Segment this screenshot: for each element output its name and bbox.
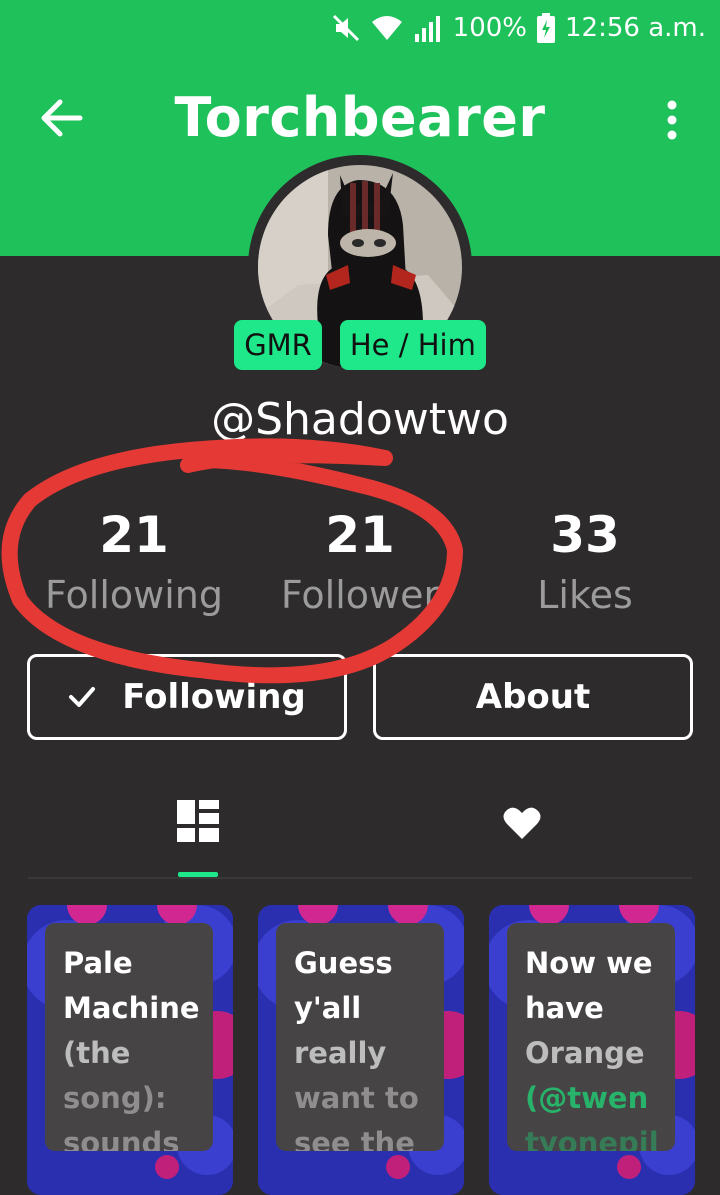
following-button-label: Following bbox=[122, 677, 306, 717]
following-button[interactable]: Following bbox=[27, 654, 347, 740]
post-card[interactable]: Now we have Orange (@twen tyonepil bbox=[489, 905, 695, 1195]
mute-icon bbox=[332, 14, 359, 42]
clock: 12:56 a.m. bbox=[565, 13, 706, 43]
page-title: Torchbearer bbox=[174, 86, 546, 149]
more-options-icon[interactable] bbox=[664, 100, 680, 140]
follower-label: Follower bbox=[280, 573, 440, 617]
following-count: 21 bbox=[99, 506, 169, 564]
post-card[interactable]: Pale Machine (the song): sounds bbox=[27, 905, 233, 1195]
post-caption: Pale Machine (the song): sounds bbox=[45, 923, 213, 1151]
tag-badge: GMR bbox=[234, 320, 322, 370]
caption-line: song): bbox=[63, 1081, 167, 1115]
caption-line: Now we bbox=[525, 946, 653, 980]
caption-line: want to bbox=[294, 1081, 419, 1115]
caption-line: (@twen bbox=[525, 1081, 649, 1115]
post-card[interactable]: Guess y'all really want to see the bbox=[258, 905, 464, 1195]
caption-line: Machine bbox=[63, 991, 200, 1025]
caption-line: really bbox=[294, 1036, 387, 1070]
username-handle: @Shadowtwo bbox=[211, 394, 509, 445]
caption-line: y'all bbox=[294, 991, 362, 1025]
profile-tags: GMR He / Him bbox=[0, 320, 720, 370]
caption-line: see the bbox=[294, 1126, 415, 1151]
battery-icon bbox=[537, 13, 556, 43]
status-bar: 100% 12:56 a.m. bbox=[331, 8, 706, 48]
tab-liked[interactable] bbox=[482, 806, 562, 894]
caption-line: sounds bbox=[63, 1126, 180, 1151]
stat-following[interactable]: 21 Following bbox=[14, 505, 254, 625]
content-tabs bbox=[0, 790, 720, 878]
caption-line: Pale bbox=[63, 946, 133, 980]
battery-percent: 100% bbox=[452, 13, 528, 43]
likes-count: 33 bbox=[550, 506, 620, 564]
checkmark-icon bbox=[69, 687, 96, 707]
caption-line: have bbox=[525, 991, 604, 1025]
wifi-icon bbox=[371, 16, 402, 40]
caption-line: tyonepil bbox=[525, 1126, 659, 1151]
profile-stats: 21 Following 21 Follower 33 Likes bbox=[0, 505, 720, 625]
about-button[interactable]: About bbox=[373, 654, 693, 740]
caption-line: (the bbox=[63, 1036, 131, 1070]
stat-followers[interactable]: 21 Follower bbox=[240, 505, 480, 625]
pronouns-badge: He / Him bbox=[339, 320, 486, 370]
tab-divider bbox=[28, 877, 692, 879]
caption-line: Guess bbox=[294, 946, 393, 980]
likes-label: Likes bbox=[537, 573, 633, 617]
following-label: Following bbox=[45, 573, 223, 617]
dashboard-icon bbox=[177, 800, 219, 842]
caption-line: Orange bbox=[525, 1036, 645, 1070]
active-tab-indicator bbox=[178, 872, 218, 877]
post-caption: Guess y'all really want to see the bbox=[276, 923, 444, 1151]
follower-count: 21 bbox=[325, 506, 395, 564]
signal-icon bbox=[414, 16, 440, 42]
post-caption: Now we have Orange (@twen tyonepil bbox=[507, 923, 675, 1151]
about-button-label: About bbox=[475, 677, 591, 717]
stat-likes[interactable]: 33 Likes bbox=[465, 505, 705, 625]
heart-icon bbox=[503, 807, 541, 839]
